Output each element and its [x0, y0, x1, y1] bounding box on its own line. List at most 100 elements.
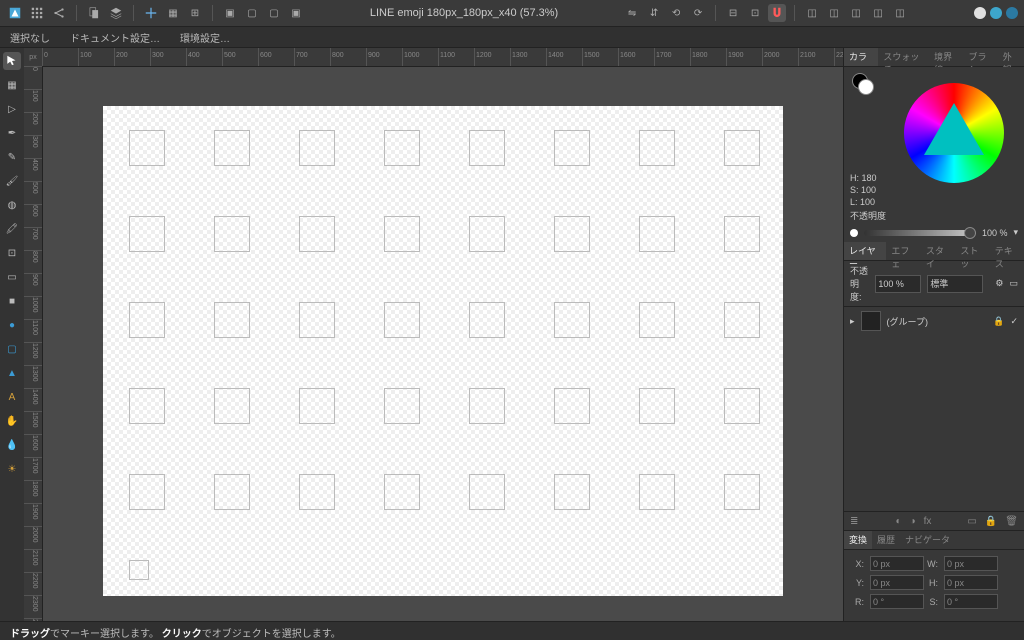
- artboard[interactable]: [469, 474, 505, 510]
- align-icon[interactable]: ⊟: [724, 4, 742, 22]
- add-layer-icon[interactable]: ▭: [967, 516, 976, 527]
- flip-v-icon[interactable]: ⇵: [645, 4, 663, 22]
- smudge-tool[interactable]: 🖍: [3, 220, 21, 238]
- rectangle-tool[interactable]: ■: [3, 292, 21, 310]
- artboard[interactable]: [469, 302, 505, 338]
- fx-icon[interactable]: fx: [924, 516, 932, 527]
- layer-opacity-input[interactable]: [875, 275, 921, 293]
- artboard[interactable]: [384, 302, 420, 338]
- tab-スタイ[interactable]: スタイ: [921, 242, 955, 260]
- rotate-ccw-icon[interactable]: ⟲: [667, 4, 685, 22]
- text-tool[interactable]: A: [3, 388, 21, 406]
- artboard[interactable]: [469, 130, 505, 166]
- artboard[interactable]: [299, 388, 335, 424]
- arrange-front-icon[interactable]: ▣: [287, 4, 305, 22]
- artboard[interactable]: [554, 130, 590, 166]
- artboard[interactable]: [129, 388, 165, 424]
- ellipse-tool[interactable]: ●: [3, 316, 21, 334]
- visibility-checkbox[interactable]: ✓: [1010, 316, 1018, 327]
- artboard[interactable]: [554, 474, 590, 510]
- tab-変換[interactable]: 変換: [844, 531, 872, 549]
- fill-color-swatch[interactable]: [858, 79, 874, 95]
- brush-tool[interactable]: 🖌: [3, 172, 21, 190]
- tab-履歴[interactable]: 履歴: [872, 531, 900, 549]
- artboard[interactable]: [214, 130, 250, 166]
- op5-icon[interactable]: ◫: [891, 4, 909, 22]
- layer-row[interactable]: ▸ (グループ) 🔒 ✓: [844, 307, 1024, 335]
- document-settings-button[interactable]: ドキュメント設定…: [70, 30, 160, 45]
- layer-panel-tabs[interactable]: レイヤーエフェスタイストッテキス: [844, 242, 1024, 261]
- opacity-chevron-icon[interactable]: ▾: [1013, 227, 1018, 238]
- tab-レイヤー[interactable]: レイヤー: [844, 242, 886, 260]
- persona-pixel-icon[interactable]: [990, 7, 1002, 19]
- artboard[interactable]: [384, 216, 420, 252]
- adjustment-icon[interactable]: ◑: [910, 516, 916, 527]
- w-input[interactable]: [944, 556, 998, 571]
- ruler-horizontal[interactable]: 0100200300400500600700800900100011001200…: [42, 48, 843, 67]
- artboard[interactable]: [554, 302, 590, 338]
- artboard[interactable]: [214, 474, 250, 510]
- layer-menu-icon[interactable]: ▭: [1009, 278, 1018, 289]
- artboard[interactable]: [129, 216, 165, 252]
- artboard[interactable]: [469, 216, 505, 252]
- grid-snap-icon[interactable]: ▦: [164, 4, 182, 22]
- artboard[interactable]: [299, 130, 335, 166]
- viewport[interactable]: [42, 66, 843, 621]
- persona-export-icon[interactable]: [1006, 7, 1018, 19]
- arrange-forward-icon[interactable]: ▢: [265, 4, 283, 22]
- share-icon[interactable]: [50, 4, 68, 22]
- artboard[interactable]: [299, 216, 335, 252]
- arrange-backward-icon[interactable]: ▢: [243, 4, 261, 22]
- artboard[interactable]: [724, 302, 760, 338]
- artboard[interactable]: [639, 216, 675, 252]
- artboard[interactable]: [724, 130, 760, 166]
- rounded-rect-tool[interactable]: ▢: [3, 340, 21, 358]
- tab-エフェ[interactable]: エフェ: [886, 242, 920, 260]
- artboard[interactable]: [639, 130, 675, 166]
- artboard[interactable]: [299, 474, 335, 510]
- environment-settings-button[interactable]: 環境設定…: [180, 30, 230, 45]
- chevron-right-icon[interactable]: ▸: [850, 316, 855, 327]
- placeholder-tool[interactable]: ▭: [3, 268, 21, 286]
- artboard[interactable]: [554, 216, 590, 252]
- op1-icon[interactable]: ◫: [803, 4, 821, 22]
- artboard[interactable]: [384, 130, 420, 166]
- artboard[interactable]: [724, 216, 760, 252]
- move-tool[interactable]: [3, 52, 21, 70]
- mask-icon[interactable]: ◐: [896, 516, 902, 527]
- artboard[interactable]: [384, 388, 420, 424]
- gear-icon[interactable]: ⚙: [995, 278, 1003, 289]
- artboard[interactable]: [299, 302, 335, 338]
- tab-境界線[interactable]: 境界線: [929, 48, 963, 66]
- tab-テキス[interactable]: テキス: [990, 242, 1024, 260]
- blend-mode-select[interactable]: [927, 275, 983, 293]
- artboard[interactable]: [639, 302, 675, 338]
- lock-layer-icon[interactable]: 🔒: [985, 516, 997, 527]
- artboard[interactable]: [129, 130, 165, 166]
- hand-tool[interactable]: ✋: [3, 412, 21, 430]
- node-tool[interactable]: ▷: [3, 100, 21, 118]
- rotate-cw-icon[interactable]: ⟳: [689, 4, 707, 22]
- artboard[interactable]: [129, 302, 165, 338]
- opacity-slider[interactable]: [864, 230, 976, 236]
- color-swatches[interactable]: [852, 73, 874, 95]
- tab-ブラシ[interactable]: ブラシ: [963, 48, 997, 66]
- artboard[interactable]: [384, 474, 420, 510]
- artboard[interactable]: [554, 388, 590, 424]
- artboard[interactable]: [214, 388, 250, 424]
- delete-layer-icon[interactable]: 🗑: [1005, 516, 1018, 527]
- artboard[interactable]: [214, 216, 250, 252]
- s-input[interactable]: [944, 594, 998, 609]
- op4-icon[interactable]: ◫: [869, 4, 887, 22]
- flip-h-icon[interactable]: ⇋: [623, 4, 641, 22]
- eyedrop-tool[interactable]: 💧: [3, 436, 21, 454]
- lock-icon[interactable]: 🔒: [993, 316, 1004, 327]
- artboard[interactable]: [724, 388, 760, 424]
- grid-icon[interactable]: [28, 4, 46, 22]
- artboard[interactable]: [129, 560, 149, 580]
- pencil-tool[interactable]: ✎: [3, 148, 21, 166]
- distribute-icon[interactable]: ⊡: [746, 4, 764, 22]
- snap-icon[interactable]: [142, 4, 160, 22]
- artboard[interactable]: [129, 474, 165, 510]
- guides-icon[interactable]: ⊞: [186, 4, 204, 22]
